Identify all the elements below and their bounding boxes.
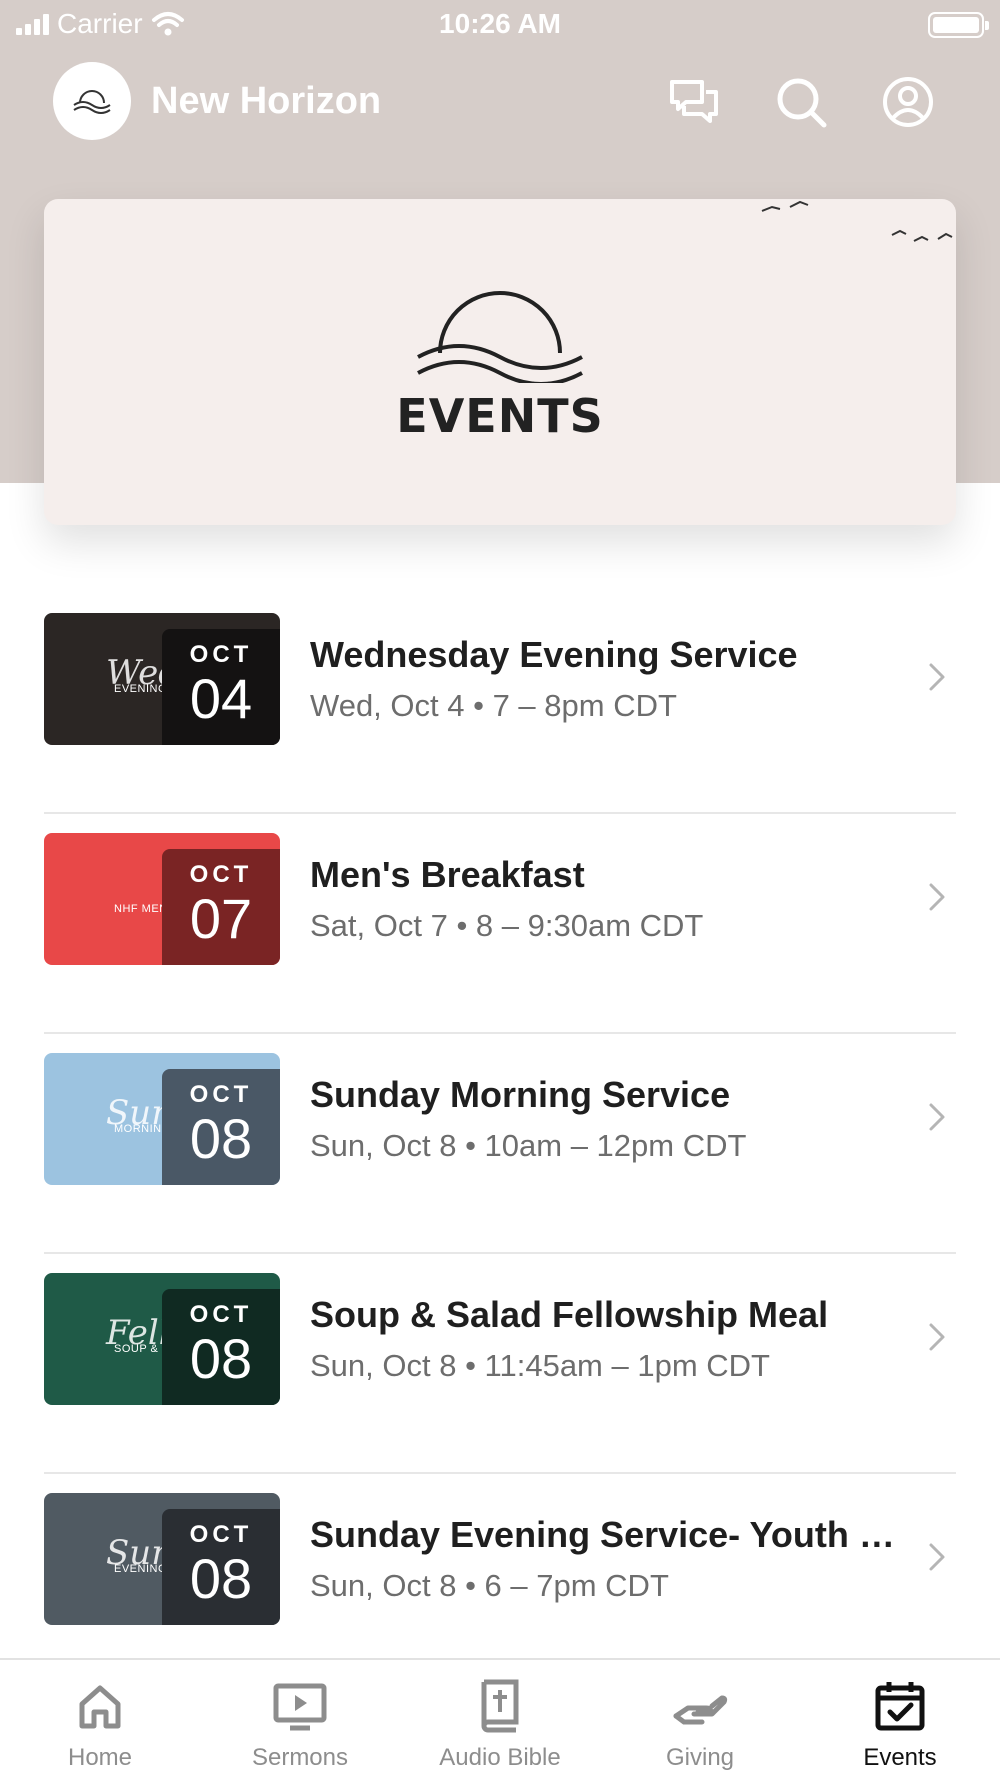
event-thumbnail: Wednesday EVENING SERVICE OCT 04	[44, 613, 280, 745]
giving-hand-icon	[673, 1695, 728, 1725]
event-thumbnail: NHF MEN'S BREAKFAST OCT 07	[44, 833, 280, 965]
event-row[interactable]: Fellowship SOUP & SALAD OCT 08 Soup & Sa…	[0, 1254, 1000, 1474]
events-banner: EVENTS	[44, 199, 956, 525]
event-title: Sunday Evening Service- Youth Night	[310, 1514, 910, 1555]
battery-icon	[928, 12, 989, 38]
event-datetime: Wed, Oct 4 • 7 – 8pm CDT	[310, 688, 677, 723]
tab-home[interactable]: Home	[0, 1660, 200, 1778]
tab-label: Home	[67, 1744, 133, 1771]
tab-label: Giving	[665, 1744, 735, 1771]
event-title: Soup & Salad Fellowship Meal	[310, 1294, 829, 1335]
chevron-right-icon	[929, 663, 945, 691]
event-thumbnail: Sunday EVENING SERVICE OCT 08	[44, 1493, 280, 1625]
date-badge: OCT 07	[162, 849, 280, 965]
event-datetime: Sun, Oct 8 • 10am – 12pm CDT	[310, 1128, 747, 1163]
date-month: OCT	[189, 861, 253, 888]
event-datetime: Sun, Oct 8 • 11:45am – 1pm CDT	[310, 1348, 770, 1383]
date-day: 04	[189, 667, 253, 730]
date-badge: OCT 04	[162, 629, 280, 745]
status-time: 10:26 AM	[439, 8, 561, 39]
tab-label: Events	[863, 1744, 937, 1771]
tab-audio-bible[interactable]: Audio Bible	[400, 1660, 600, 1778]
banner-title: EVENTS	[396, 389, 604, 443]
bible-icon	[481, 1679, 519, 1733]
chevron-right-icon	[929, 883, 945, 911]
play-screen-icon	[273, 1683, 327, 1731]
event-row[interactable]: Wednesday EVENING SERVICE OCT 04 Wednesd…	[0, 594, 1000, 814]
date-day: 08	[189, 1327, 253, 1390]
calendar-check-icon	[875, 1682, 925, 1731]
date-badge: OCT 08	[162, 1289, 280, 1405]
tab-events[interactable]: Events	[800, 1660, 1000, 1778]
event-datetime: Sun, Oct 8 • 6 – 7pm CDT	[310, 1568, 669, 1603]
event-datetime: Sat, Oct 7 • 8 – 9:30am CDT	[310, 908, 704, 943]
event-title: Wednesday Evening Service	[310, 634, 798, 675]
status-bar: Carrier 10:26 AM	[0, 0, 1000, 50]
app-header: New Horizon	[0, 62, 1000, 142]
event-thumbnail: Fellowship SOUP & SALAD OCT 08	[44, 1273, 280, 1405]
chevron-right-icon	[929, 1323, 945, 1351]
chat-icon[interactable]	[666, 74, 722, 130]
tab-label: Audio Bible	[439, 1744, 561, 1771]
date-month: OCT	[189, 641, 253, 668]
event-thumbnail: Sunday MORNING SERVICE OCT 08	[44, 1053, 280, 1185]
date-day: 08	[189, 1547, 253, 1610]
tab-bar: Home Sermons Audio Bible Giving Events	[0, 1658, 1000, 1778]
search-icon[interactable]	[773, 74, 829, 130]
event-list: Wednesday EVENING SERVICE OCT 04 Wednesd…	[0, 594, 1000, 1694]
profile-icon[interactable]	[880, 74, 936, 130]
chevron-right-icon	[929, 1543, 945, 1571]
app-title: New Horizon	[151, 80, 382, 122]
horizon-logo-icon	[417, 291, 583, 383]
event-row[interactable]: NHF MEN'S BREAKFAST OCT 07 Men's Breakfa…	[0, 814, 1000, 1034]
home-icon	[79, 1685, 121, 1729]
date-month: OCT	[189, 1301, 253, 1328]
event-title: Sunday Morning Service	[310, 1074, 731, 1115]
tab-giving[interactable]: Giving	[600, 1660, 800, 1778]
event-row[interactable]: Sunday MORNING SERVICE OCT 08 Sunday Mor…	[0, 1034, 1000, 1254]
date-month: OCT	[189, 1081, 253, 1108]
tab-label: Sermons	[251, 1744, 349, 1771]
date-day: 07	[189, 887, 253, 950]
chevron-right-icon	[929, 1103, 945, 1131]
tab-sermons[interactable]: Sermons	[200, 1660, 400, 1778]
church-logo[interactable]	[53, 62, 131, 140]
date-day: 08	[189, 1107, 253, 1170]
birds-decoration	[761, 200, 953, 242]
event-title: Men's Breakfast	[310, 854, 585, 895]
horizon-logo-icon	[73, 90, 111, 114]
date-month: OCT	[189, 1521, 253, 1548]
date-badge: OCT 08	[162, 1069, 280, 1185]
date-badge: OCT 08	[162, 1509, 280, 1625]
